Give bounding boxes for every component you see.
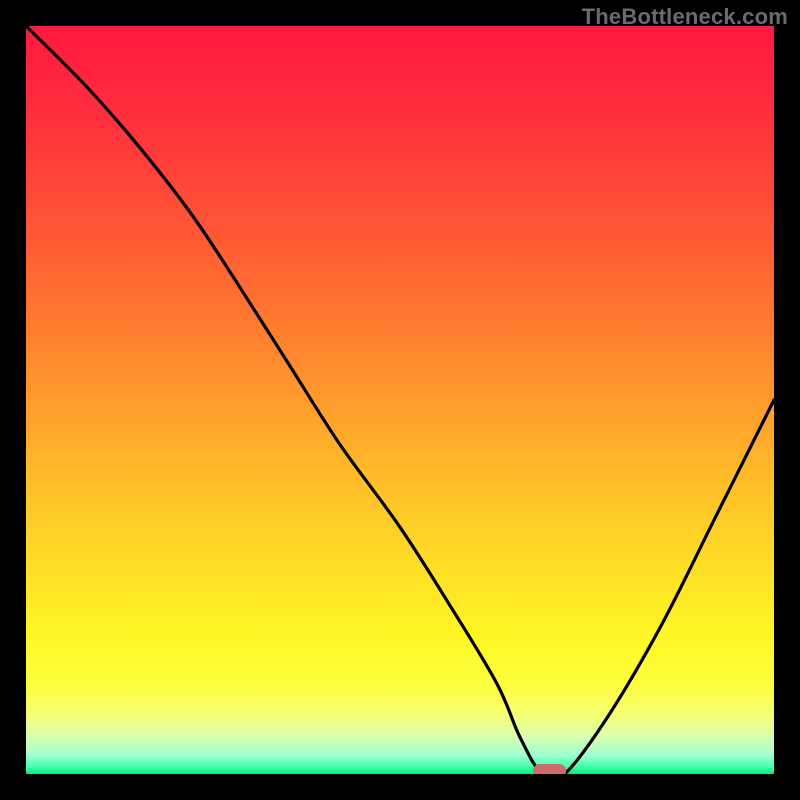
chart-frame: TheBottleneck.com xyxy=(0,0,800,800)
plot-area xyxy=(26,26,774,774)
bottleneck-curve xyxy=(26,26,774,774)
watermark-text: TheBottleneck.com xyxy=(582,4,788,30)
optimal-marker xyxy=(533,764,567,774)
